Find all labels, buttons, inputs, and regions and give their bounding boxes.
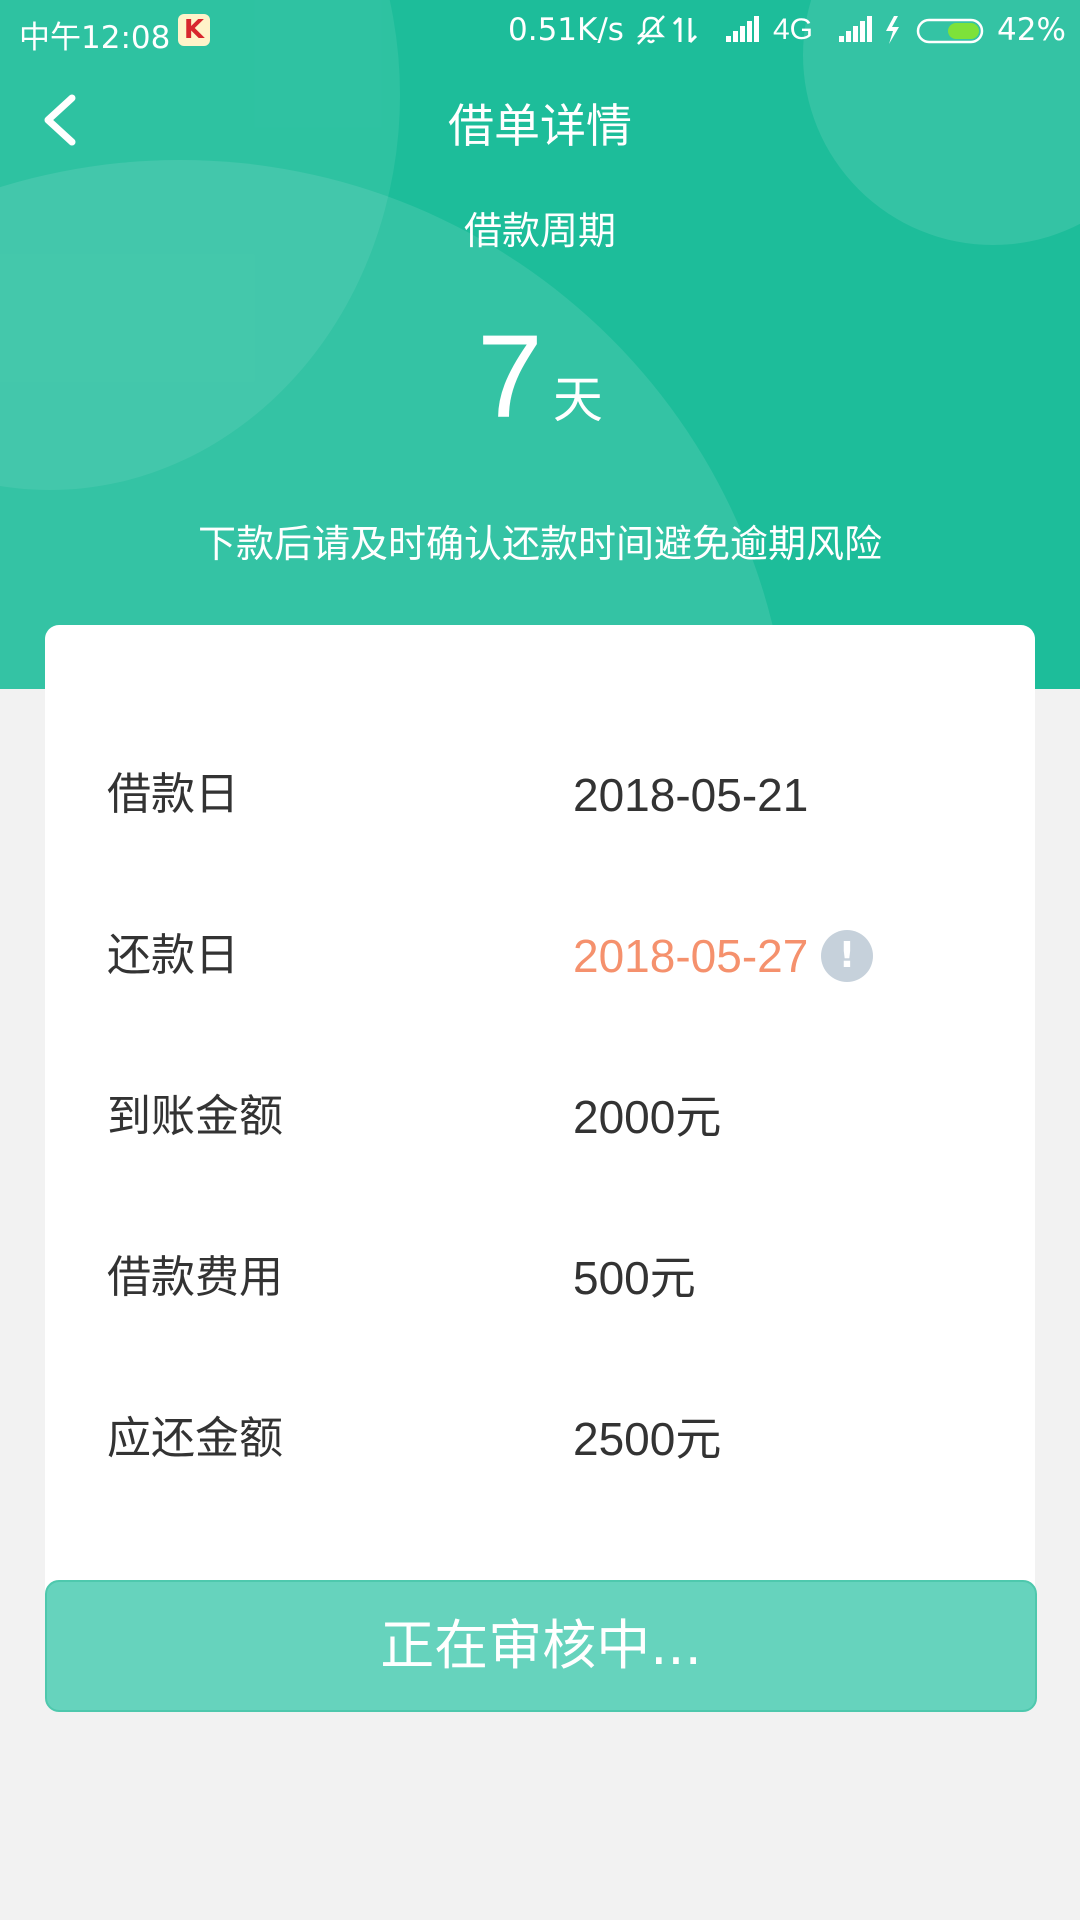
- loan-cycle-unit: 天: [552, 371, 603, 429]
- detail-value: 500元: [573, 1252, 696, 1304]
- detail-value: 2500元: [573, 1413, 722, 1465]
- loan-cycle-number: 7: [477, 311, 543, 443]
- network-speed: 0.51K/s: [508, 12, 624, 48]
- app-notification-icon: K: [178, 14, 210, 46]
- loan-cycle-label: 借款周期: [463, 209, 616, 253]
- loan-details-card: 借款日 2018-05-21 还款日 2018-05-27 ! 到账金额 200…: [45, 625, 1035, 1645]
- page-title: 借单详情: [448, 99, 632, 153]
- header-banner: 中午12:08 K 0.51K/s 4G 42% 借单详情 借款周期 7 天 下…: [0, 0, 1080, 689]
- detail-row-total-due: 应还金额 2500元: [45, 1399, 1035, 1479]
- detail-row-received-amount: 到账金额 2000元: [45, 1077, 1035, 1157]
- detail-label: 借款日: [107, 769, 239, 820]
- mute-icon: [636, 15, 666, 45]
- info-icon[interactable]: !: [821, 930, 873, 982]
- detail-value: 2000元: [573, 1091, 722, 1143]
- detail-row-loan-date: 借款日 2018-05-21: [45, 755, 1035, 835]
- status-icons: 4G: [636, 14, 984, 46]
- loan-cycle-value: 7天: [0, 318, 1080, 436]
- status-time: 中午12:08: [19, 20, 171, 56]
- signal-icon: [726, 16, 759, 42]
- detail-row-repay-date: 还款日 2018-05-27 !: [45, 916, 1035, 996]
- detail-label: 应还金额: [107, 1413, 283, 1464]
- charging-icon: [886, 16, 899, 44]
- signal-icon: [839, 16, 872, 42]
- battery-icon: [916, 18, 984, 44]
- detail-label: 还款日: [107, 930, 239, 981]
- due-date-value: 2018-05-27: [573, 930, 809, 982]
- battery-percentage: 42%: [997, 12, 1066, 48]
- data-transfer-icon: [672, 16, 698, 44]
- detail-value: 2018-05-21: [573, 769, 809, 821]
- repayment-hint: 下款后请及时确认还款时间避免逾期风险: [197, 522, 882, 566]
- network-type: 4G: [773, 14, 813, 46]
- detail-row-loan-fee: 借款费用 500元: [45, 1238, 1035, 1318]
- review-status-button[interactable]: 正在审核中...: [45, 1580, 1037, 1712]
- status-bar: 中午12:08 K 0.51K/s 4G 42%: [0, 0, 1080, 60]
- detail-label: 借款费用: [107, 1252, 283, 1303]
- detail-label: 到账金额: [107, 1091, 283, 1142]
